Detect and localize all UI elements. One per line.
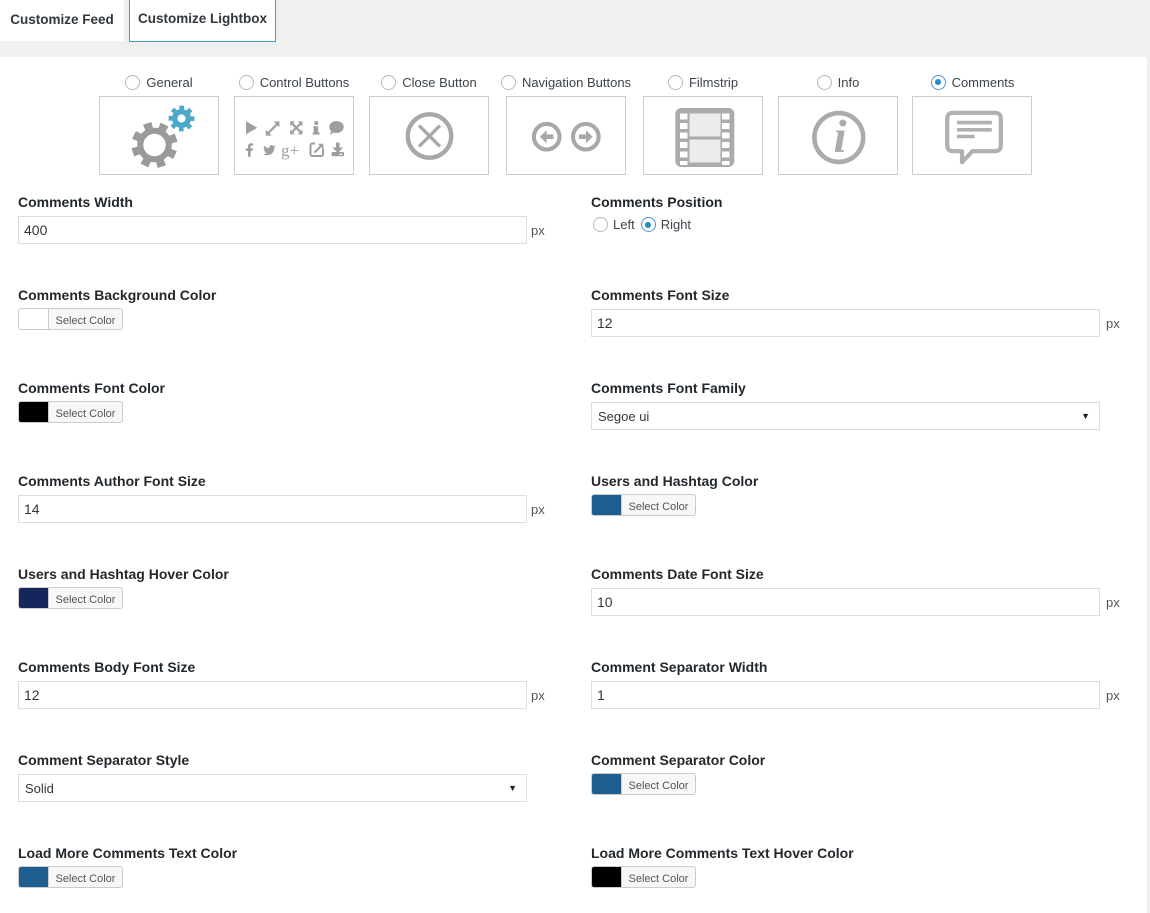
svg-text:g+: g+ — [281, 141, 299, 160]
svg-text:i: i — [833, 111, 846, 163]
